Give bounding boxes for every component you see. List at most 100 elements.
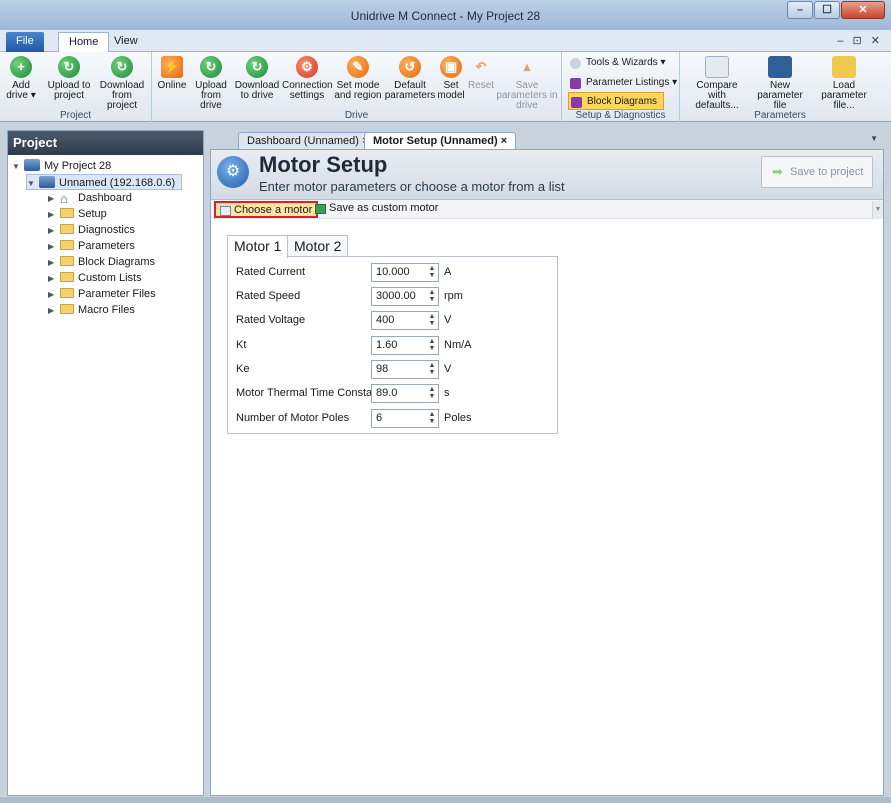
- save-to-project-button[interactable]: ➡ Save to project: [761, 156, 873, 188]
- tab-motor-2[interactable]: Motor 2: [287, 235, 349, 257]
- tools-wizards-button[interactable]: Tools & Wizards ▾: [568, 54, 665, 72]
- save-parameters-button[interactable]: ▴ Save parameters in drive: [496, 56, 558, 111]
- online-button[interactable]: ⚡ Online: [156, 56, 188, 91]
- spinner-icon[interactable]: ▲ ▼: [428, 411, 436, 425]
- tree-item-block-diagrams[interactable]: ▶ Block Diagrams: [48, 254, 155, 270]
- rated-voltage-input[interactable]: 400 ▲ ▼: [371, 311, 439, 330]
- chevron-down-icon[interactable]: ▼: [27, 176, 39, 192]
- tree-item-parameters[interactable]: ▶ Parameters: [48, 238, 135, 254]
- chevron-right-icon[interactable]: ▶: [48, 255, 60, 271]
- upload-from-drive-label: Upload from drive: [195, 80, 227, 111]
- download-to-drive-button[interactable]: ↻ Download to drive: [234, 56, 280, 101]
- project-panel-title: Project: [8, 131, 203, 155]
- ribbon-window-controls[interactable]: – ⊡ ✕: [837, 34, 883, 47]
- tab-view[interactable]: View: [104, 32, 148, 52]
- group-label-setup: Setup & Diagnostics: [575, 110, 666, 121]
- set-model-button[interactable]: ▣ Set model: [436, 56, 466, 101]
- arrow-right-icon: ➡: [772, 164, 783, 179]
- toolbar-scroll[interactable]: ▼: [872, 201, 883, 219]
- load-parameter-file-button[interactable]: Load parameter file...: [812, 56, 876, 111]
- tree-item-parameter-files[interactable]: ▶ Parameter Files: [48, 286, 156, 302]
- block-diagrams-button[interactable]: Block Diagrams: [568, 92, 665, 110]
- default-parameters-label: Default parameters: [384, 80, 436, 101]
- window-controls: – ☐ ✕: [786, 1, 885, 19]
- param-label: Rated Voltage: [236, 314, 306, 326]
- chevron-right-icon[interactable]: ▶: [48, 223, 60, 239]
- spinner-icon[interactable]: ▲ ▼: [428, 289, 436, 303]
- upload-to-project-button[interactable]: ↻ Upload to project: [44, 56, 94, 101]
- new-parameter-file-button[interactable]: New parameter file: [752, 56, 808, 111]
- param-row: Number of Motor Poles 6 ▲ ▼ Poles: [236, 409, 556, 429]
- block-diagrams-icon: [571, 97, 582, 108]
- close-button[interactable]: ✕: [841, 1, 885, 19]
- compare-defaults-button[interactable]: Compare with defaults...: [688, 56, 746, 111]
- set-mode-region-button[interactable]: ✎ Set mode and region: [332, 56, 384, 101]
- chevron-right-icon[interactable]: ▶: [48, 239, 60, 255]
- minimize-button[interactable]: –: [787, 1, 813, 19]
- tab-dashboard[interactable]: Dashboard (Unnamed) ×: [238, 132, 378, 149]
- kt-input[interactable]: 1.60 ▲ ▼: [371, 336, 439, 355]
- ke-input[interactable]: 98 ▲ ▼: [371, 360, 439, 379]
- rated-speed-input[interactable]: 3000.00 ▲ ▼: [371, 287, 439, 306]
- tree-drive[interactable]: ▼ Unnamed (192.168.0.6): [26, 174, 183, 192]
- connection-settings-icon: ⚙: [296, 56, 318, 78]
- chevron-right-icon[interactable]: ▶: [48, 191, 60, 207]
- tab-home[interactable]: Home: [58, 32, 110, 52]
- tree-item-diagnostics[interactable]: ▶ Diagnostics: [48, 222, 135, 238]
- param-unit: V: [444, 363, 452, 375]
- default-parameters-button[interactable]: ↺ Default parameters: [384, 56, 436, 101]
- rated-current-input[interactable]: 10.000 ▲ ▼: [371, 263, 439, 282]
- set-mode-region-label: Set mode and region: [334, 80, 382, 101]
- upload-from-drive-button[interactable]: ↻ Upload from drive: [190, 56, 232, 111]
- tree-item-dashboard[interactable]: ▶ ⌂ Dashboard: [48, 190, 132, 206]
- folder-icon: [60, 240, 74, 250]
- motor-setup-header: ⚙ Motor Setup Enter motor parameters or …: [211, 150, 883, 200]
- connection-settings-button[interactable]: ⚙ Connection settings: [282, 56, 333, 101]
- motor-parameters-panel: Rated Current 10.000 ▲ ▼ A Rated Speed 300…: [227, 256, 558, 434]
- folder-icon: [60, 256, 74, 266]
- param-value: 400: [376, 314, 395, 326]
- spinner-icon[interactable]: ▲ ▼: [428, 338, 436, 352]
- tree-item-macro-files[interactable]: ▶ Macro Files: [48, 302, 135, 318]
- tabs-dropdown-icon[interactable]: ▼: [870, 134, 878, 143]
- tree-item-custom-lists[interactable]: ▶ Custom Lists: [48, 270, 142, 286]
- tab-motor-1[interactable]: Motor 1: [227, 235, 289, 258]
- parameter-listings-label: Parameter Listings ▾: [586, 77, 678, 88]
- spinner-icon[interactable]: ▲ ▼: [428, 362, 436, 376]
- tab-motor-setup[interactable]: Motor Setup (Unnamed) ×: [364, 132, 517, 149]
- parameter-listings-button[interactable]: Parameter Listings ▾: [568, 74, 677, 92]
- connection-settings-label: Connection settings: [282, 80, 333, 101]
- folder-icon: [60, 288, 74, 298]
- group-label-parameters: Parameters: [754, 110, 806, 121]
- save-parameters-icon: ▴: [523, 59, 531, 74]
- param-value: 6: [376, 412, 383, 424]
- reset-icon: ↶: [475, 59, 487, 74]
- spinner-icon[interactable]: ▲ ▼: [428, 386, 436, 400]
- choose-motor-button[interactable]: Choose a motor: [214, 201, 319, 218]
- tools-icon: [570, 58, 581, 69]
- save-custom-motor-button[interactable]: Save as custom motor: [311, 201, 442, 218]
- folder-icon: [832, 56, 856, 78]
- upload-to-project-label: Upload to project: [47, 80, 91, 101]
- spinner-icon[interactable]: ▲ ▼: [428, 265, 436, 279]
- tab-file[interactable]: File: [6, 32, 44, 52]
- chevron-right-icon[interactable]: ▶: [48, 287, 60, 303]
- thermal-time-constant-input[interactable]: 89.0 ▲ ▼: [371, 384, 439, 403]
- chevron-right-icon[interactable]: ▶: [48, 207, 60, 223]
- download-from-project-button[interactable]: ↻ Download from project: [96, 56, 148, 111]
- folder-icon: [60, 224, 74, 234]
- tree-root[interactable]: ▼ My Project 28: [12, 158, 111, 174]
- maximize-button[interactable]: ☐: [814, 1, 840, 19]
- reset-button[interactable]: ↶ Reset: [466, 56, 496, 91]
- chevron-right-icon[interactable]: ▶: [48, 303, 60, 319]
- tree-item-setup[interactable]: ▶ Setup: [48, 206, 107, 222]
- chevron-down-icon[interactable]: ▼: [12, 159, 24, 175]
- chevron-right-icon[interactable]: ▶: [48, 271, 60, 287]
- tree-item-label: Block Diagrams: [78, 256, 156, 268]
- ribbon-group-project: + Add drive ▾ ↻ Upload to project ↻ Down…: [0, 52, 152, 122]
- add-drive-button[interactable]: + Add drive ▾: [4, 56, 38, 101]
- motor-poles-input[interactable]: 6 ▲ ▼: [371, 409, 439, 428]
- spinner-icon[interactable]: ▲ ▼: [428, 313, 436, 327]
- tree-item-label: Diagnostics: [78, 224, 135, 236]
- set-model-icon: ▣: [440, 56, 462, 78]
